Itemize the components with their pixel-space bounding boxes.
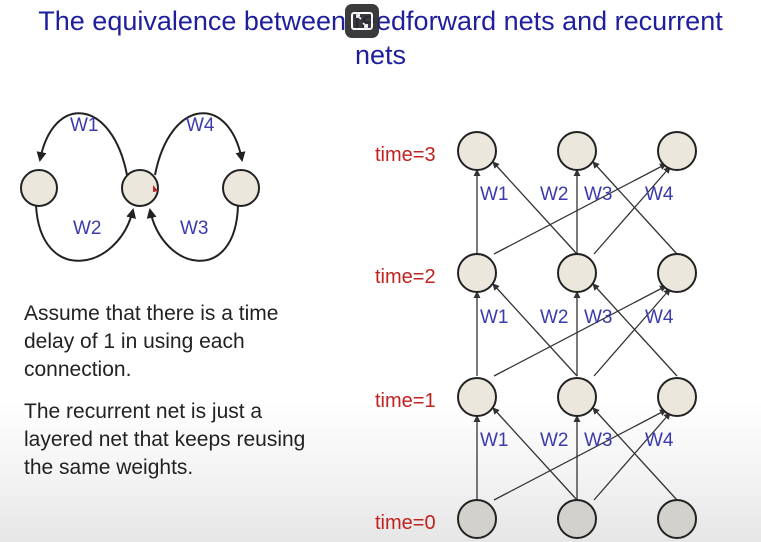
- recurrent-node-right: [222, 169, 260, 207]
- weight-w1-row3: W1: [480, 184, 509, 205]
- edge-x-t0b: [593, 412, 671, 501]
- edge-w2-t0: [492, 407, 578, 501]
- edge-w2-t1: [492, 283, 578, 377]
- recurrent-net: W1 W4 W2 W3: [20, 112, 260, 262]
- node-t1-1: [457, 377, 497, 417]
- weight-w2-row1: W2: [540, 430, 569, 451]
- time-label-1: time=1: [375, 390, 436, 412]
- node-t0-1: [457, 499, 497, 539]
- node-t3-2: [557, 131, 597, 171]
- node-t0-3: [657, 499, 697, 539]
- node-t1-3: [657, 377, 697, 417]
- edge-x-t1b: [593, 288, 671, 377]
- weight-w2-row3: W2: [540, 184, 569, 205]
- weight-w1-row1: W1: [480, 430, 509, 451]
- node-t3-3: [657, 131, 697, 171]
- weight-w3-row1: W3: [584, 430, 613, 451]
- time-label-2: time=2: [375, 266, 436, 288]
- node-t2-3: [657, 253, 697, 293]
- diagram-canvas: W1 W4 W2 W3 time=3 time=2 time=1 time=0 …: [20, 112, 697, 539]
- weight-w4-row1: W4: [645, 430, 674, 451]
- node-t2-2: [557, 253, 597, 293]
- edge-x-t2b: [593, 166, 671, 255]
- unrolled-net: time=3 time=2 time=1 time=0 W1 W2 W3 W4 …: [375, 131, 697, 539]
- time-label-3: time=3: [375, 144, 436, 166]
- recurrent-weight-w1: W1: [70, 115, 99, 136]
- recurrent-weight-w2: W2: [73, 218, 102, 239]
- node-t0-2: [557, 499, 597, 539]
- weight-w1-row2: W1: [480, 307, 509, 328]
- node-t2-1: [457, 253, 497, 293]
- edge-x-t2a: [493, 163, 667, 255]
- weight-w4-row3: W4: [645, 184, 674, 205]
- recurrent-weight-w3: W3: [180, 218, 209, 239]
- node-t1-2: [557, 377, 597, 417]
- edge-x-t0a: [493, 409, 667, 501]
- time-label-0: time=0: [375, 512, 436, 534]
- weight-w2-row2: W2: [540, 307, 569, 328]
- weight-w3-row2: W3: [584, 307, 613, 328]
- weight-w4-row2: W4: [645, 307, 674, 328]
- node-t3-1: [457, 131, 497, 171]
- recurrent-node-left: [20, 169, 58, 207]
- weight-w3-row3: W3: [584, 184, 613, 205]
- recurrent-weight-w4: W4: [186, 115, 215, 136]
- edge-w2-t2: [492, 161, 578, 255]
- edge-x-t1a: [493, 285, 667, 377]
- recurrent-node-middle: [121, 169, 159, 207]
